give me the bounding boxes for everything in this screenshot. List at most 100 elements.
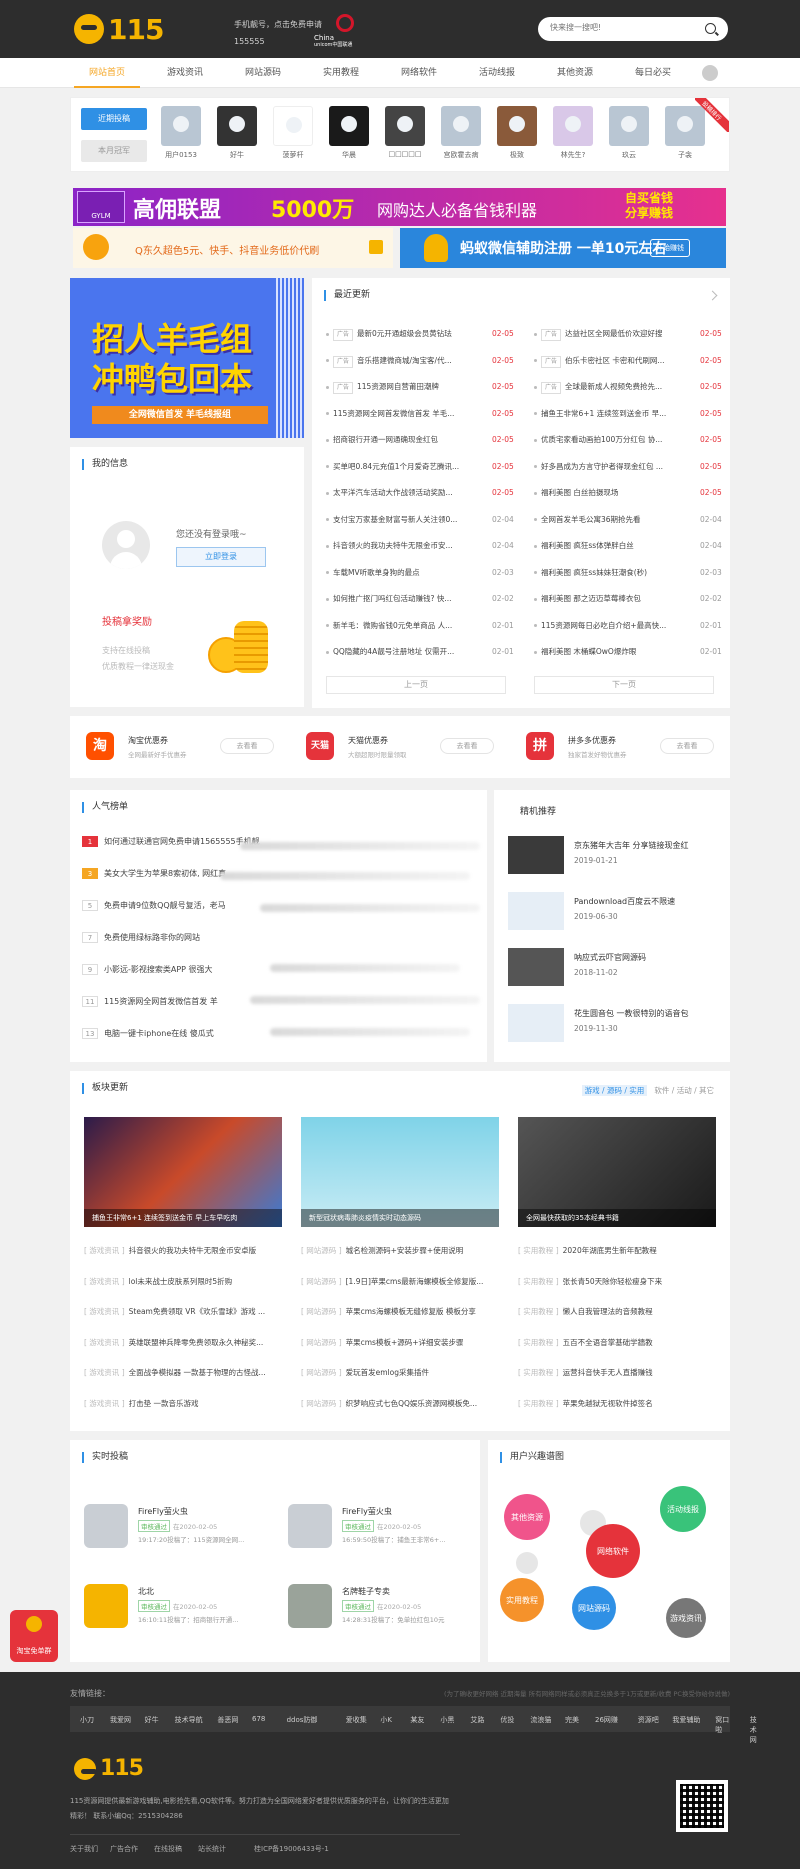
user-item[interactable]: 华晨 — [327, 106, 371, 160]
recent-item[interactable]: 好多昌成为方言守护者得现金红包 ... — [534, 459, 684, 475]
recent-item[interactable]: QQ隐藏的4A靓号注册地址 仅需开... — [326, 644, 476, 660]
recent-item[interactable]: 广告 最新0元开通超级会员黄钻珐 — [326, 326, 476, 342]
recent-item[interactable]: 优质宅家看动画拍100万分红包 协... — [534, 432, 684, 448]
avatar[interactable] — [288, 1504, 332, 1548]
user-item[interactable]: 菠萝杆 — [271, 106, 315, 160]
contrib-msg[interactable]: 14:28:31投稿了：免单拉红包10元 — [342, 1614, 472, 1624]
nav-daily-buy[interactable]: 每日必买 — [620, 58, 686, 88]
board-category[interactable]: [ 实用教程 ] — [518, 1399, 559, 1408]
recent-title[interactable]: QQ隐藏的4A靓号注册地址 仅需开... — [333, 647, 454, 656]
board-item[interactable]: [ 游戏资讯 ] Steam免费领取 VR《欢乐雪球》游戏 ... — [84, 1304, 280, 1320]
nav-home[interactable]: 网站首页 — [74, 58, 140, 88]
coupon-button[interactable]: 去看看 — [660, 738, 714, 754]
board-item[interactable]: [ 游戏资讯 ] lol未来战士皮肤系列限时5折购 — [84, 1274, 280, 1290]
recent-item[interactable]: 广告 伯乐卡密社区 卡密和代刷网... — [534, 353, 684, 369]
recent-item[interactable]: 捕鱼王非常6+1 连续签到送金币 早... — [534, 406, 684, 422]
bubble-activity[interactable]: 活动线报 — [660, 1486, 706, 1532]
board-category[interactable]: [ 游戏资讯 ] — [84, 1338, 125, 1347]
recent-item[interactable]: 买单吧0.84元充值1个月爱奇艺腾讯... — [326, 459, 476, 475]
popular-title[interactable]: 115资源网全网首发微信首发 羊 — [104, 997, 218, 1006]
avatar[interactable] — [84, 1584, 128, 1628]
friend-link[interactable]: 技术网 — [750, 1715, 757, 1745]
recent-title[interactable]: 伯乐卡密社区 卡密和代刷网... — [565, 356, 665, 365]
friend-link[interactable]: 资源吧 — [638, 1715, 659, 1725]
tab-month-champion[interactable]: 本月冠军 — [81, 140, 147, 162]
recent-item[interactable]: 115资源网全网首发微信首发 羊毛... — [326, 406, 476, 422]
popular-item[interactable]: 9 小影远-影视搜索类APP 很强大 — [82, 962, 272, 978]
contrib-name[interactable]: FireFly萤火虫 — [342, 1506, 392, 1517]
nav-other[interactable]: 其他资源 — [542, 58, 608, 88]
tab-recent-posts[interactable]: 近期投稿 — [81, 108, 147, 130]
board-category[interactable]: [ 实用教程 ] — [518, 1277, 559, 1286]
footer-icp[interactable]: 桂ICP备19006433号-1 — [254, 1844, 329, 1854]
recent-item[interactable]: 抖音领火的我功夫特牛无限金币安... — [326, 538, 476, 554]
recent-title[interactable]: 达益社区全网最低价欢迎好搜 — [565, 329, 663, 338]
board-item[interactable]: [ 游戏资讯 ] 打击垫 一款音乐游戏 — [84, 1396, 280, 1412]
popular-item[interactable]: 13 电脑一键卡iphone在线 傻瓜式 — [82, 1026, 272, 1042]
tech-title[interactable]: 京东猪年大吉年 分享链接现金红 — [574, 840, 689, 851]
recent-title[interactable]: 太平洋汽车活动大作战领活动奖励... — [333, 488, 453, 497]
footer-submit[interactable]: 在线投稿 — [154, 1844, 182, 1854]
tech-thumb[interactable] — [508, 836, 564, 874]
contrib-msg[interactable]: 16:59:50投稿了：捕鱼王非常6+... — [342, 1534, 472, 1544]
contrib-name[interactable]: 名牌鞋子专卖 — [342, 1586, 390, 1597]
board-category[interactable]: [ 网站源码 ] — [301, 1307, 342, 1316]
recent-title[interactable]: 支付宝万家基金财富号新人关注领0... — [333, 515, 457, 524]
board-title[interactable]: 全面战争模拟器 一款基于物理的古怪战... — [129, 1368, 266, 1377]
bubble-game[interactable]: 游戏资讯 — [666, 1598, 706, 1638]
tech-title[interactable]: 呐应式云吓官网源码 — [574, 952, 646, 963]
recent-title[interactable]: 115资源网全网首发微信首发 羊毛... — [333, 409, 454, 418]
recent-item[interactable]: 招商银行开通一网通确现金红包 — [326, 432, 476, 448]
coupon-button[interactable]: 去看看 — [220, 738, 274, 754]
recent-item[interactable]: 广告 音乐搭建微商城/淘宝客/代... — [326, 353, 476, 369]
board-item[interactable]: [ 实用教程 ] 2020年湖底男生新年配教程 — [518, 1243, 714, 1259]
board-item[interactable]: [ 网站源码 ] 织梦响应式七色QQ娱乐资源网模板免... — [301, 1396, 497, 1412]
ad-banner-qq[interactable]: Q东久超色5元、快手、抖音业务低价代刷 — [73, 228, 393, 268]
recent-title[interactable]: 抖音领火的我功夫特牛无限金币安... — [333, 541, 453, 550]
popular-title[interactable]: 如何通过联通官网免费申请1565555手机靓 — [104, 837, 260, 846]
board-item[interactable]: [ 网站源码 ] 苹果cms海螺模板无缝修复版 模板分享 — [301, 1304, 497, 1320]
board-image[interactable]: 捕鱼王非常6+1 连续签到送金币 早上车早吃肉 — [84, 1117, 282, 1227]
friend-link[interactable]: 某友 — [410, 1715, 424, 1725]
search-icon[interactable] — [705, 23, 716, 34]
board-item[interactable]: [ 网站源码 ] 苹果cms模板+源码+详细安装步骤 — [301, 1335, 497, 1351]
user-item[interactable]: 好牛 — [215, 106, 259, 160]
recent-title[interactable]: 车载MV听歌单身狗的最点 — [333, 568, 420, 577]
recent-title[interactable]: 全球最新成人视频免费抢先... — [565, 382, 662, 391]
board-title[interactable]: 苹果cms海螺模板无缝修复版 模板分享 — [346, 1307, 476, 1316]
recent-title[interactable]: 新羊毛：微购省钱0元免单商品 人... — [333, 621, 452, 630]
friend-link[interactable]: 26网赚 — [595, 1715, 618, 1725]
bubble-tutorial[interactable]: 实用教程 — [500, 1578, 544, 1622]
coupon-button[interactable]: 去看看 — [440, 738, 494, 754]
friend-link[interactable]: 678 — [252, 1715, 265, 1723]
user-item[interactable]: 玖云 — [607, 106, 651, 160]
contrib-name[interactable]: 北北 — [138, 1586, 154, 1597]
board-item[interactable]: [ 网站源码 ] 城名检测源码+安装步骤+使用说明 — [301, 1243, 497, 1259]
board-title[interactable]: 城名检测源码+安装步骤+使用说明 — [346, 1246, 464, 1255]
board-title[interactable]: [1.9日]苹果cms最新海螺模板全修复版... — [346, 1277, 484, 1286]
friend-link[interactable]: 我爱网 — [110, 1715, 131, 1725]
tech-thumb[interactable] — [508, 892, 564, 930]
board-title[interactable]: 张长青50天除你轻松瘦身下来 — [563, 1277, 663, 1286]
tab-group-1[interactable]: 游戏 / 源码 / 实用 — [581, 1085, 648, 1096]
recent-title[interactable]: 福利美图 疯狂ss体弹胖白丝 — [541, 541, 634, 550]
friend-link[interactable]: 小K — [380, 1715, 392, 1725]
board-item[interactable]: [ 游戏资讯 ] 抖音很火的我功夫特牛无限金币安卓版 — [84, 1243, 280, 1259]
friend-link[interactable]: 流浪猫 — [530, 1715, 551, 1725]
board-category[interactable]: [ 网站源码 ] — [301, 1338, 342, 1347]
tab-group-2[interactable]: 软件 / 活动 / 其它 — [654, 1086, 714, 1095]
friend-link[interactable]: 爱收集 — [346, 1715, 367, 1725]
board-title[interactable]: 抖音很火的我功夫特牛无限金币安卓版 — [129, 1246, 257, 1255]
popular-title[interactable]: 美女大学生为苹果8索初体, 网红真 — [104, 869, 226, 878]
popular-item[interactable]: 5 免费申请9位数QQ靓号复活，老马 — [82, 898, 272, 914]
tech-thumb[interactable] — [508, 1004, 564, 1042]
board-title[interactable]: lol未来战士皮肤系列限时5折购 — [129, 1277, 233, 1286]
user-item[interactable]: □□□□□ — [383, 106, 427, 158]
friend-link[interactable]: ddos防御 — [287, 1715, 318, 1725]
footer-about[interactable]: 关于我们 — [70, 1844, 98, 1854]
recent-title[interactable]: 音乐搭建微商城/淘宝客/代... — [357, 356, 452, 365]
ad-banner-ant[interactable]: 蚂蚁微信辅助注册 一单10元左右 开始赚钱 — [400, 228, 726, 268]
footer-stats[interactable]: 站长统计 — [198, 1844, 226, 1854]
board-category[interactable]: [ 网站源码 ] — [301, 1368, 342, 1377]
contrib-msg[interactable]: 19:17:20投稿了：115资源网全网... — [138, 1534, 268, 1544]
